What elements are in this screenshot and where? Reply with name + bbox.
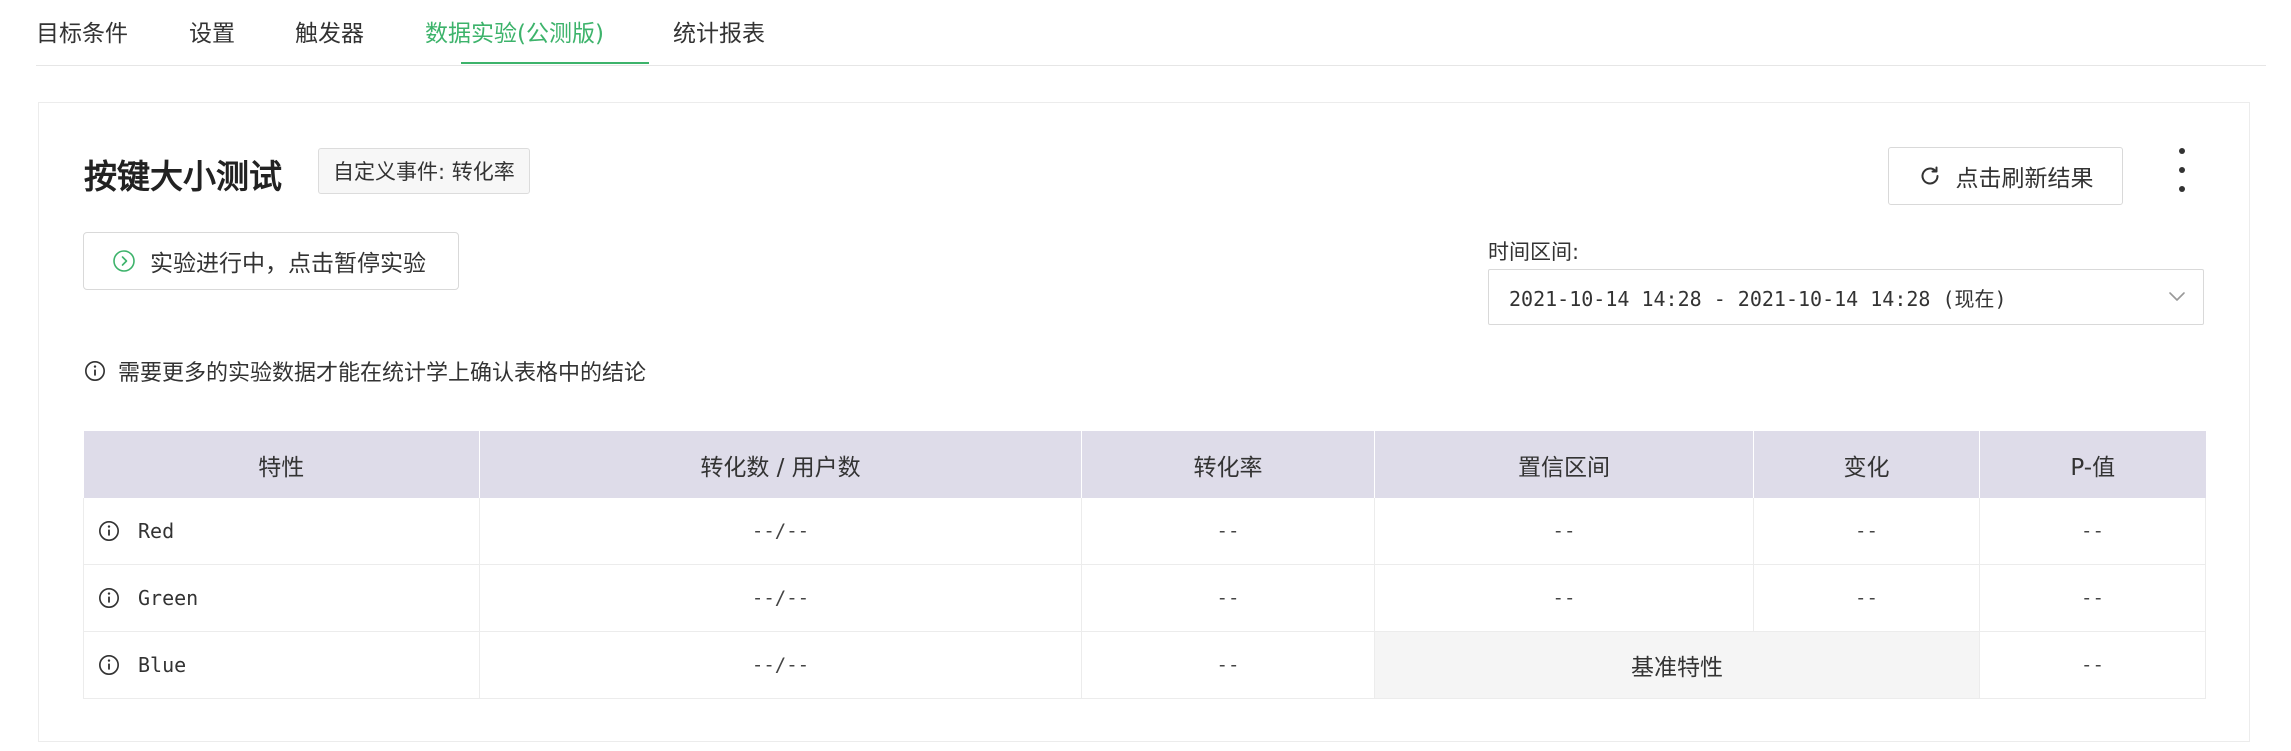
table-header-row: 特性 转化数 / 用户数 转化率 置信区间 变化 P-值	[83, 431, 2206, 498]
tab-data-experiment[interactable]: 数据实验(公测版)	[425, 14, 604, 48]
table-row: Green --/-- -- -- -- --	[83, 564, 2206, 632]
feature-name: Green	[138, 586, 199, 610]
conversions-cell: --/--	[479, 631, 1082, 699]
change-cell: --	[1753, 564, 1980, 632]
interval-cell: --	[1374, 564, 1754, 632]
tab-triggers[interactable]: 触发器	[295, 14, 364, 48]
change-cell: --	[1753, 498, 1980, 565]
experiment-title: 按键大小测试	[84, 157, 282, 196]
results-table: 特性 转化数 / 用户数 转化率 置信区间 变化 P-值 Red --/-- -…	[83, 431, 2206, 699]
time-range-value: 2021-10-14 14:28 - 2021-10-14 14:28 (现在)	[1509, 286, 2007, 311]
refresh-label: 点击刷新结果	[1955, 166, 2094, 192]
baseline-cell: 基准特性	[1374, 631, 1980, 699]
info-icon	[84, 360, 106, 382]
chevron-down-icon	[2165, 284, 2189, 313]
p-value-cell: --	[1979, 564, 2206, 632]
active-tab-indicator	[461, 62, 649, 64]
table-row: Blue --/-- -- 基准特性 --	[83, 631, 2206, 699]
header-change: 变化	[1753, 431, 1980, 498]
feature-cell: Green	[83, 564, 480, 632]
feature-cell: Blue	[83, 631, 480, 699]
pause-experiment-button[interactable]: 实验进行中，点击暂停实验	[83, 232, 459, 290]
header-interval: 置信区间	[1374, 431, 1754, 498]
p-value-cell: --	[1979, 498, 2206, 565]
rate-cell: --	[1081, 498, 1375, 565]
feature-name: Red	[138, 519, 175, 543]
conversions-cell: --/--	[479, 498, 1082, 565]
tab-settings[interactable]: 设置	[189, 14, 235, 48]
header-p-value: P-值	[1979, 431, 2206, 498]
table-row: Red --/-- -- -- -- --	[83, 498, 2206, 565]
play-circle-icon	[112, 249, 136, 273]
status-label: 实验进行中，点击暂停实验	[150, 251, 426, 277]
p-value-cell: --	[1979, 631, 2206, 699]
time-range-select[interactable]: 2021-10-14 14:28 - 2021-10-14 14:28 (现在)	[1488, 269, 2204, 325]
interval-cell: --	[1374, 498, 1754, 565]
info-icon[interactable]	[98, 587, 120, 609]
data-notice: 需要更多的实验数据才能在统计学上确认表格中的结论	[84, 355, 646, 387]
refresh-icon	[1918, 164, 1942, 188]
rate-cell: --	[1081, 564, 1375, 632]
time-range-label: 时间区间:	[1488, 240, 1580, 264]
header-feature: 特性	[83, 431, 480, 498]
header-rate: 转化率	[1081, 431, 1375, 498]
header-conversions: 转化数 / 用户数	[479, 431, 1082, 498]
info-icon[interactable]	[98, 520, 120, 542]
tab-target-conditions[interactable]: 目标条件	[36, 14, 128, 48]
event-badge: 自定义事件: 转化率	[318, 148, 530, 194]
more-vertical-icon[interactable]	[2170, 148, 2194, 192]
info-icon[interactable]	[98, 654, 120, 676]
tab-statistics-report[interactable]: 统计报表	[673, 14, 765, 48]
tab-bar: 目标条件 设置 触发器 数据实验(公测版) 统计报表	[36, 0, 2266, 66]
feature-name: Blue	[138, 653, 187, 677]
conversions-cell: --/--	[479, 564, 1082, 632]
notice-text: 需要更多的实验数据才能在统计学上确认表格中的结论	[118, 361, 647, 386]
rate-cell: --	[1081, 631, 1375, 699]
refresh-button[interactable]: 点击刷新结果	[1888, 147, 2123, 205]
feature-cell: Red	[83, 498, 480, 565]
